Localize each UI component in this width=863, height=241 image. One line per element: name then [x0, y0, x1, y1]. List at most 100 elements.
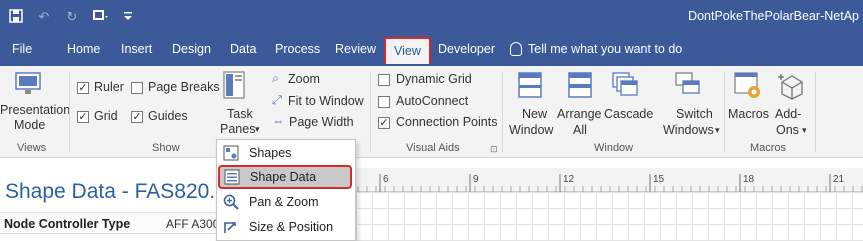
macros-icon: [734, 72, 762, 105]
tab-data[interactable]: Data: [230, 42, 256, 56]
arrange-all-label-2: All: [573, 123, 587, 137]
page-width-icon: ⇔: [272, 114, 285, 128]
autoconnect-checkbox[interactable]: [378, 96, 390, 108]
group-divider: [815, 72, 816, 152]
addons-button[interactable]: Add-: [775, 107, 801, 121]
undo-icon[interactable]: ↶: [36, 9, 52, 25]
size-position-icon: [223, 219, 239, 235]
addons-label-2: Ons: [776, 123, 799, 137]
task-panes-label-2: Panes: [220, 122, 256, 136]
switch-windows-button[interactable]: Switch: [676, 107, 713, 121]
title-bar: ↶ ↻ DontPokeThePolarBear-NetAp: [0, 0, 863, 34]
group-divider: [69, 72, 70, 152]
quick-access-toolbar: ↶ ↻: [8, 7, 136, 27]
property-label: Node Controller Type: [4, 217, 131, 231]
autoconnect-label: AutoConnect: [396, 94, 469, 108]
macros-button[interactable]: Macros: [728, 107, 769, 121]
zoom-button[interactable]: Zoom: [288, 72, 320, 86]
group-divider: [724, 72, 725, 152]
new-window-icon: [518, 72, 542, 103]
fit-to-window-button[interactable]: Fit to Window: [288, 94, 364, 108]
menu-item-label: Size & Position: [249, 220, 334, 234]
switch-windows-dropdown-icon: ▾: [715, 125, 720, 135]
addons-dropdown-icon: ▾: [802, 125, 807, 135]
tab-design[interactable]: Design: [172, 42, 211, 56]
table-row[interactable]: Node Controller Type AFF A300: [0, 212, 222, 234]
dynamic-grid-label: Dynamic Grid: [396, 72, 472, 86]
ribbon: Presentation Mode Views ✓ Ruler Page Bre…: [0, 66, 863, 158]
menu-item-label: Shape Data: [250, 170, 317, 184]
shape-data-pane-title: Shape Data - FAS820...: [5, 180, 227, 203]
grid-label: Grid: [94, 109, 118, 123]
menu-item-shapes[interactable]: Shapes: [217, 141, 355, 165]
tab-file[interactable]: File: [12, 42, 32, 56]
tab-view[interactable]: View: [384, 37, 431, 64]
shapes-icon: [223, 145, 239, 161]
connection-points-checkbox[interactable]: ✓: [378, 117, 390, 129]
new-window-button[interactable]: New: [522, 107, 547, 121]
grid-checkbox[interactable]: ✓: [77, 111, 89, 123]
dialog-launcher-icon[interactable]: ⊡: [490, 144, 498, 155]
ruler-number: 21: [833, 174, 845, 185]
horizontal-ruler: 691215182124: [339, 168, 863, 192]
ruler-number: 12: [563, 174, 575, 185]
switch-windows-label-2: Windows: [663, 123, 714, 137]
customize-icon[interactable]: [120, 9, 136, 25]
page-breaks-label: Page Breaks: [148, 80, 220, 94]
save-icon[interactable]: [8, 9, 24, 25]
tab-developer[interactable]: Developer: [438, 42, 495, 56]
guides-label: Guides: [148, 109, 188, 123]
task-panes-icon: [223, 71, 245, 104]
task-panes-button[interactable]: Task: [227, 107, 253, 121]
menu-item-label: Shapes: [249, 146, 292, 160]
presentation-mode-button[interactable]: Presentation: [0, 103, 70, 117]
document-title: DontPokeThePolarBear-NetAp: [688, 9, 859, 23]
ruler-number: 18: [743, 174, 755, 185]
guides-checkbox[interactable]: ✓: [131, 111, 143, 123]
fit-window-icon: ⤢: [272, 93, 283, 107]
task-panes-menu: Shapes Shape Data Pan & Zoom Size & Posi…: [216, 139, 356, 241]
property-value[interactable]: AFF A300: [166, 217, 219, 231]
ruler-number: 9: [473, 174, 479, 185]
tab-review[interactable]: Review: [335, 42, 376, 56]
menu-item-size-position[interactable]: Size & Position: [217, 215, 355, 239]
cascade-icon: [612, 72, 638, 103]
tell-me-label: Tell me what you want to do: [528, 42, 683, 56]
task-panes-dropdown-icon: ▾: [255, 124, 260, 134]
tab-process[interactable]: Process: [275, 42, 320, 56]
group-divider: [370, 72, 371, 152]
drawing-grid[interactable]: [340, 192, 863, 241]
views-group-label: Views: [17, 142, 47, 154]
zoom-icon: ⌕: [272, 71, 280, 85]
ruler-number: 15: [653, 174, 665, 185]
tab-home[interactable]: Home: [67, 42, 100, 56]
menu-tabs: File Home Insert Design Data Process Rev…: [0, 34, 863, 66]
addons-icon: [776, 72, 804, 105]
switch-windows-icon: [675, 72, 701, 101]
dynamic-grid-checkbox[interactable]: [378, 74, 390, 86]
ruler-ticks: 691215182124: [339, 174, 863, 192]
connection-points-label: Connection Points: [396, 115, 498, 129]
menu-item-shape-data[interactable]: Shape Data: [218, 165, 352, 189]
presentation-mode-label-2: Mode: [14, 118, 46, 132]
redo-icon[interactable]: ↻: [64, 9, 80, 25]
cascade-button[interactable]: Cascade: [604, 107, 653, 121]
screen-icon[interactable]: [92, 9, 108, 25]
tab-insert[interactable]: Insert: [121, 42, 152, 56]
group-divider: [502, 72, 503, 152]
arrange-all-button[interactable]: Arrange: [557, 107, 601, 121]
arrange-all-icon: [568, 72, 592, 103]
ruler-checkbox[interactable]: ✓: [77, 82, 89, 94]
new-window-label-2: Window: [509, 123, 554, 137]
macros-group-label: Macros: [750, 142, 787, 154]
tell-me-search[interactable]: Tell me what you want to do: [510, 42, 682, 56]
menu-item-label: Pan & Zoom: [249, 195, 319, 209]
shape-data-icon: [224, 169, 240, 185]
page-breaks-checkbox[interactable]: [131, 82, 143, 94]
show-group-label: Show: [152, 142, 180, 154]
menu-item-pan-zoom[interactable]: Pan & Zoom: [217, 190, 355, 214]
page-width-button[interactable]: Page Width: [289, 115, 354, 129]
lightbulb-icon: [510, 42, 522, 56]
ruler-label: Ruler: [94, 80, 124, 94]
visual-aids-group-label: Visual Aids: [406, 142, 460, 154]
